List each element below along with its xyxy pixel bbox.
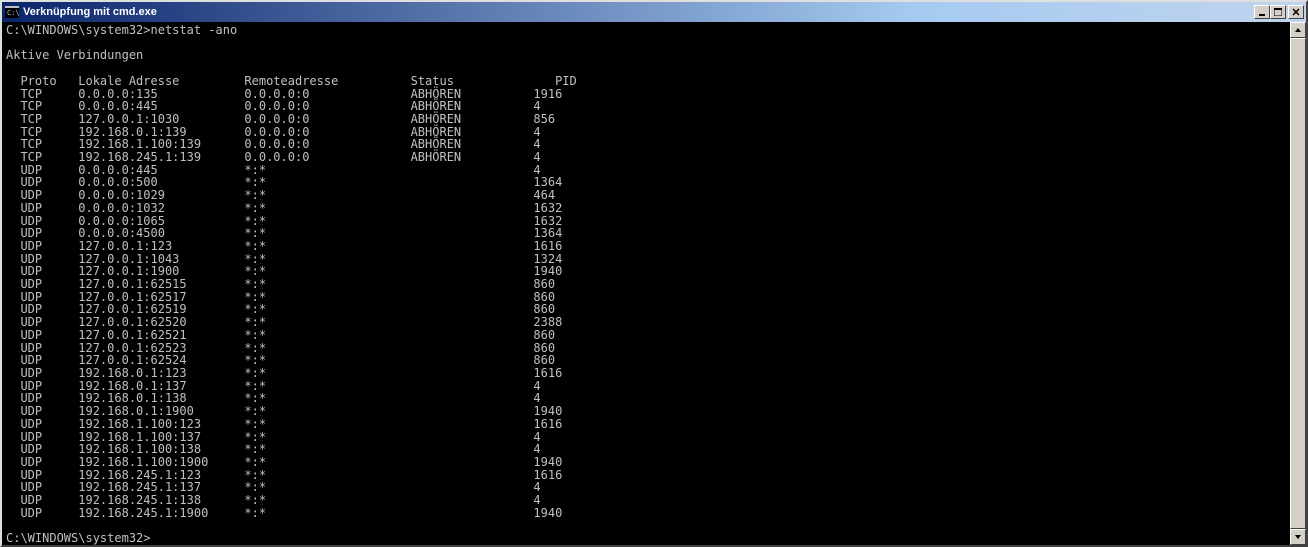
- scroll-down-button[interactable]: [1290, 529, 1306, 545]
- vertical-scrollbar[interactable]: [1290, 22, 1306, 545]
- svg-text:C:\: C:\: [7, 9, 19, 17]
- scroll-track[interactable]: [1290, 38, 1306, 529]
- window-title: Verknüpfung mit cmd.exe: [23, 3, 1254, 21]
- client-area: C:\WINDOWS\system32>netstat -ano Aktive …: [2, 22, 1306, 545]
- titlebar[interactable]: C:\ Verknüpfung mit cmd.exe: [2, 2, 1306, 22]
- scroll-thumb[interactable]: [1290, 38, 1306, 529]
- cmd-window: C:\ Verknüpfung mit cmd.exe C:\WINDOWS\s…: [0, 0, 1308, 547]
- maximize-button[interactable]: [1270, 5, 1286, 19]
- window-controls: [1254, 5, 1304, 19]
- terminal-output[interactable]: C:\WINDOWS\system32>netstat -ano Aktive …: [2, 22, 1290, 545]
- scroll-up-button[interactable]: [1290, 22, 1306, 38]
- cmd-icon: C:\: [4, 4, 20, 20]
- minimize-button[interactable]: [1254, 5, 1270, 19]
- close-button[interactable]: [1288, 5, 1304, 19]
